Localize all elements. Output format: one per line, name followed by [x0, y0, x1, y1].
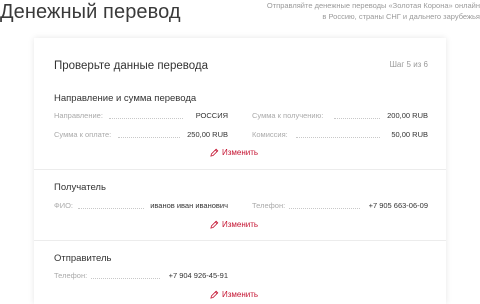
direction-section-title: Направление и сумма перевода	[54, 93, 197, 104]
dotted-leader	[109, 118, 183, 119]
pay-amount-value: 250,00 RUB	[187, 130, 228, 139]
edit-recipient-link[interactable]: Изменить	[210, 220, 258, 229]
dotted-leader	[296, 137, 380, 138]
divider	[34, 240, 446, 241]
dotted-leader	[118, 137, 180, 138]
recipient-phone-row: Телефон: +7 905 663-06-09	[252, 200, 428, 212]
page-title: Денежный перевод	[0, 1, 181, 23]
pencil-icon	[210, 220, 219, 229]
edit-direction-label: Изменить	[222, 148, 259, 157]
edit-sender-link[interactable]: Изменить	[210, 290, 258, 299]
recipient-name-value: иванов иван иванович	[150, 201, 228, 210]
pencil-icon	[210, 290, 219, 299]
step-indicator: Шаг 5 из 6	[389, 60, 428, 69]
dotted-leader	[289, 208, 360, 209]
edit-sender-label: Изменить	[222, 290, 259, 299]
direction-value: РОССИЯ	[195, 111, 228, 120]
edit-recipient-label: Изменить	[222, 220, 259, 229]
recipient-section-title: Получатель	[54, 182, 106, 193]
receive-amount-row: Сумма к получению: 200,00 RUB	[252, 110, 428, 122]
dotted-leader	[91, 278, 160, 279]
recipient-phone-value: +7 905 663-06-09	[368, 201, 428, 210]
receive-amount-label: Сумма к получению:	[252, 111, 324, 120]
edit-direction-link[interactable]: Изменить	[210, 148, 258, 157]
dotted-leader	[334, 118, 380, 119]
recipient-phone-label: Телефон:	[252, 201, 286, 210]
fee-row: Комиссия: 50,00 RUB	[252, 129, 428, 141]
divider	[34, 169, 446, 170]
dotted-leader	[78, 208, 144, 209]
pay-amount-row: Сумма к оплате: 250,00 RUB	[54, 129, 228, 141]
transfer-review-card: Проверьте данные перевода Шаг 5 из 6 Нап…	[34, 38, 446, 304]
pencil-icon	[210, 148, 219, 157]
sender-phone-label: Телефон:	[54, 271, 88, 280]
direction-row: Направление: РОССИЯ	[54, 110, 228, 122]
fee-value: 50,00 RUB	[391, 130, 428, 139]
fee-label: Комиссия:	[252, 130, 288, 139]
recipient-name-row: ФИО: иванов иван иванович	[54, 200, 228, 212]
sender-section-title: Отправитель	[54, 253, 112, 264]
recipient-name-label: ФИО:	[54, 201, 74, 210]
sender-phone-row: Телефон: +7 904 926-45-91	[54, 270, 228, 282]
sender-phone-value: +7 904 926-45-91	[168, 271, 228, 280]
direction-label: Направление:	[54, 111, 103, 120]
receive-amount-value: 200,00 RUB	[387, 111, 428, 120]
card-title: Проверьте данные перевода	[54, 60, 208, 72]
header-note: Отправляйте денежные переводы «Золотая К…	[266, 1, 480, 21]
pay-amount-label: Сумма к оплате:	[54, 130, 112, 139]
